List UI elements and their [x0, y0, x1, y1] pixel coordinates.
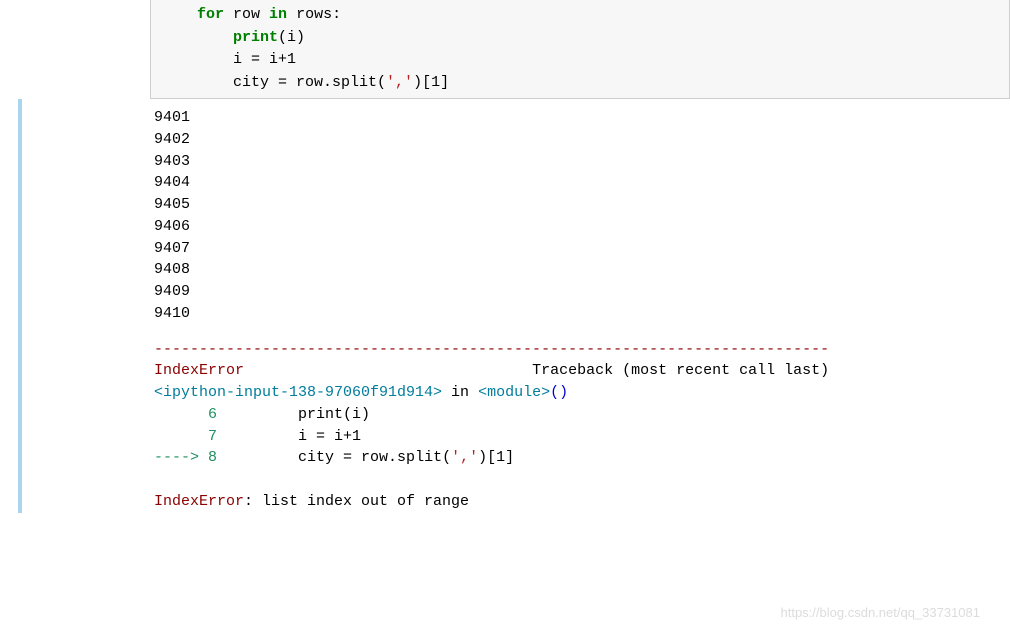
code-line-2: print(i): [161, 27, 999, 50]
keyword-for: for: [197, 6, 224, 23]
error-type-final: IndexError: [154, 493, 244, 510]
traceback-divider: ----------------------------------------…: [154, 339, 1010, 361]
output-numbers: 9401 9402 9403 9404 9405 9406 9407 9408 …: [154, 107, 1010, 325]
output-line: 9407: [154, 238, 1010, 260]
output-line: 9405: [154, 194, 1010, 216]
keyword-in: in: [269, 6, 287, 23]
output-line: 9402: [154, 129, 1010, 151]
code-line-3: i = i+1: [161, 49, 999, 72]
code-line-1: for row in rows:: [161, 4, 999, 27]
traceback-label: Traceback (most recent call last): [532, 362, 829, 379]
line-number: 7: [154, 428, 217, 445]
traceback-header: IndexError Traceback (most recent call l…: [154, 360, 1010, 382]
code-cell: for row in rows: print(i) i = i+1 city =…: [150, 0, 1010, 99]
traceback-source: <ipython-input-138-97060f91d914> in <mod…: [154, 382, 1010, 404]
module-link: <module>: [478, 384, 550, 401]
watermark: https://blog.csdn.net/qq_33731081: [781, 605, 981, 620]
traceback-line-6: 6 print(i): [154, 404, 1010, 426]
error-type: IndexError: [154, 362, 244, 379]
line-number: 8: [208, 449, 217, 466]
output-line: 9404: [154, 172, 1010, 194]
output-line: 9403: [154, 151, 1010, 173]
line-number: 6: [154, 406, 217, 423]
builtin-print: print: [233, 29, 278, 46]
code-line-4: city = row.split(',')[1]: [161, 72, 999, 95]
output-area: 9401 9402 9403 9404 9405 9406 9407 9408 …: [18, 99, 1010, 513]
string-literal: ',': [386, 74, 413, 91]
output-line: 9408: [154, 259, 1010, 281]
output-line: 9406: [154, 216, 1010, 238]
ipython-input-link: <ipython-input-138-97060f91d914>: [154, 384, 442, 401]
traceback-line-7: 7 i = i+1: [154, 426, 1010, 448]
error-message: IndexError: list index out of range: [154, 491, 1010, 513]
string-literal: ',': [451, 449, 478, 466]
output-line: 9401: [154, 107, 1010, 129]
traceback-line-8: ----> 8 city = row.split(',')[1]: [154, 447, 1010, 469]
traceback-blank: [154, 469, 1010, 491]
error-arrow-icon: ---->: [154, 449, 208, 466]
output-line: 9409: [154, 281, 1010, 303]
output-line: 9410: [154, 303, 1010, 325]
